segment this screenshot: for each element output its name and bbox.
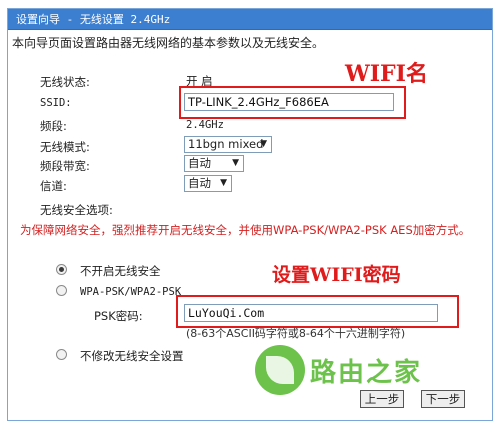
security-off-label: 不开启无线安全 xyxy=(80,264,161,278)
chevron-down-icon: ▼ xyxy=(260,139,267,149)
mode-select-value: 11bgn mixed xyxy=(188,137,264,151)
wifi-password-annotation: 设置WIFI密码 xyxy=(272,264,401,286)
mode-select[interactable]: 11bgn mixed ▼ xyxy=(184,136,272,153)
radio-keep-security[interactable] xyxy=(56,349,67,360)
band-value: 2.4GHz xyxy=(186,119,224,131)
chevron-down-icon: ▼ xyxy=(232,158,239,168)
next-button[interactable]: 下一步 xyxy=(421,390,465,408)
window-title: 设置向导 - 无线设置 2.4GHz xyxy=(8,9,492,30)
status-label: 无线状态: xyxy=(40,75,90,89)
chevron-down-icon: ▼ xyxy=(220,178,227,188)
psk-label: PSK密码: xyxy=(94,309,143,323)
mode-label: 无线模式: xyxy=(40,140,90,154)
psk-highlight-box xyxy=(176,295,459,328)
bandwidth-select-value: 自动 xyxy=(188,156,211,170)
radio-wpa-psk[interactable] xyxy=(56,285,67,296)
wpa-psk-label: WPA-PSK/WPA2-PSK xyxy=(80,286,182,298)
band-label: 频段: xyxy=(40,119,67,133)
intro-text: 本向导页面设置路由器无线网络的基本参数以及无线安全。 xyxy=(12,36,325,50)
radio-security-off[interactable] xyxy=(56,264,67,275)
bandwidth-select[interactable]: 自动 ▼ xyxy=(184,155,244,172)
channel-select-value: 自动 xyxy=(188,176,211,190)
ssid-highlight-box xyxy=(179,86,406,119)
security-warning: 为保障网络安全，强烈推荐开启无线安全，并使用WPA-PSK/WPA2-PSK A… xyxy=(20,223,471,237)
bandwidth-label: 频段带宽: xyxy=(40,159,90,173)
security-options-label: 无线安全选项: xyxy=(40,203,113,217)
wifi-name-annotation: WIFI名 xyxy=(345,61,428,87)
watermark-text: 路由之家 xyxy=(310,358,423,388)
prev-button[interactable]: 上一步 xyxy=(360,390,404,408)
channel-select[interactable]: 自动 ▼ xyxy=(184,175,232,192)
channel-label: 信道: xyxy=(40,179,67,193)
ssid-label: SSID: xyxy=(40,97,72,109)
keep-security-label: 不修改无线安全设置 xyxy=(80,349,184,363)
psk-hint: (8-63个ASCII码字符或8-64个十六进制字符) xyxy=(186,327,406,340)
